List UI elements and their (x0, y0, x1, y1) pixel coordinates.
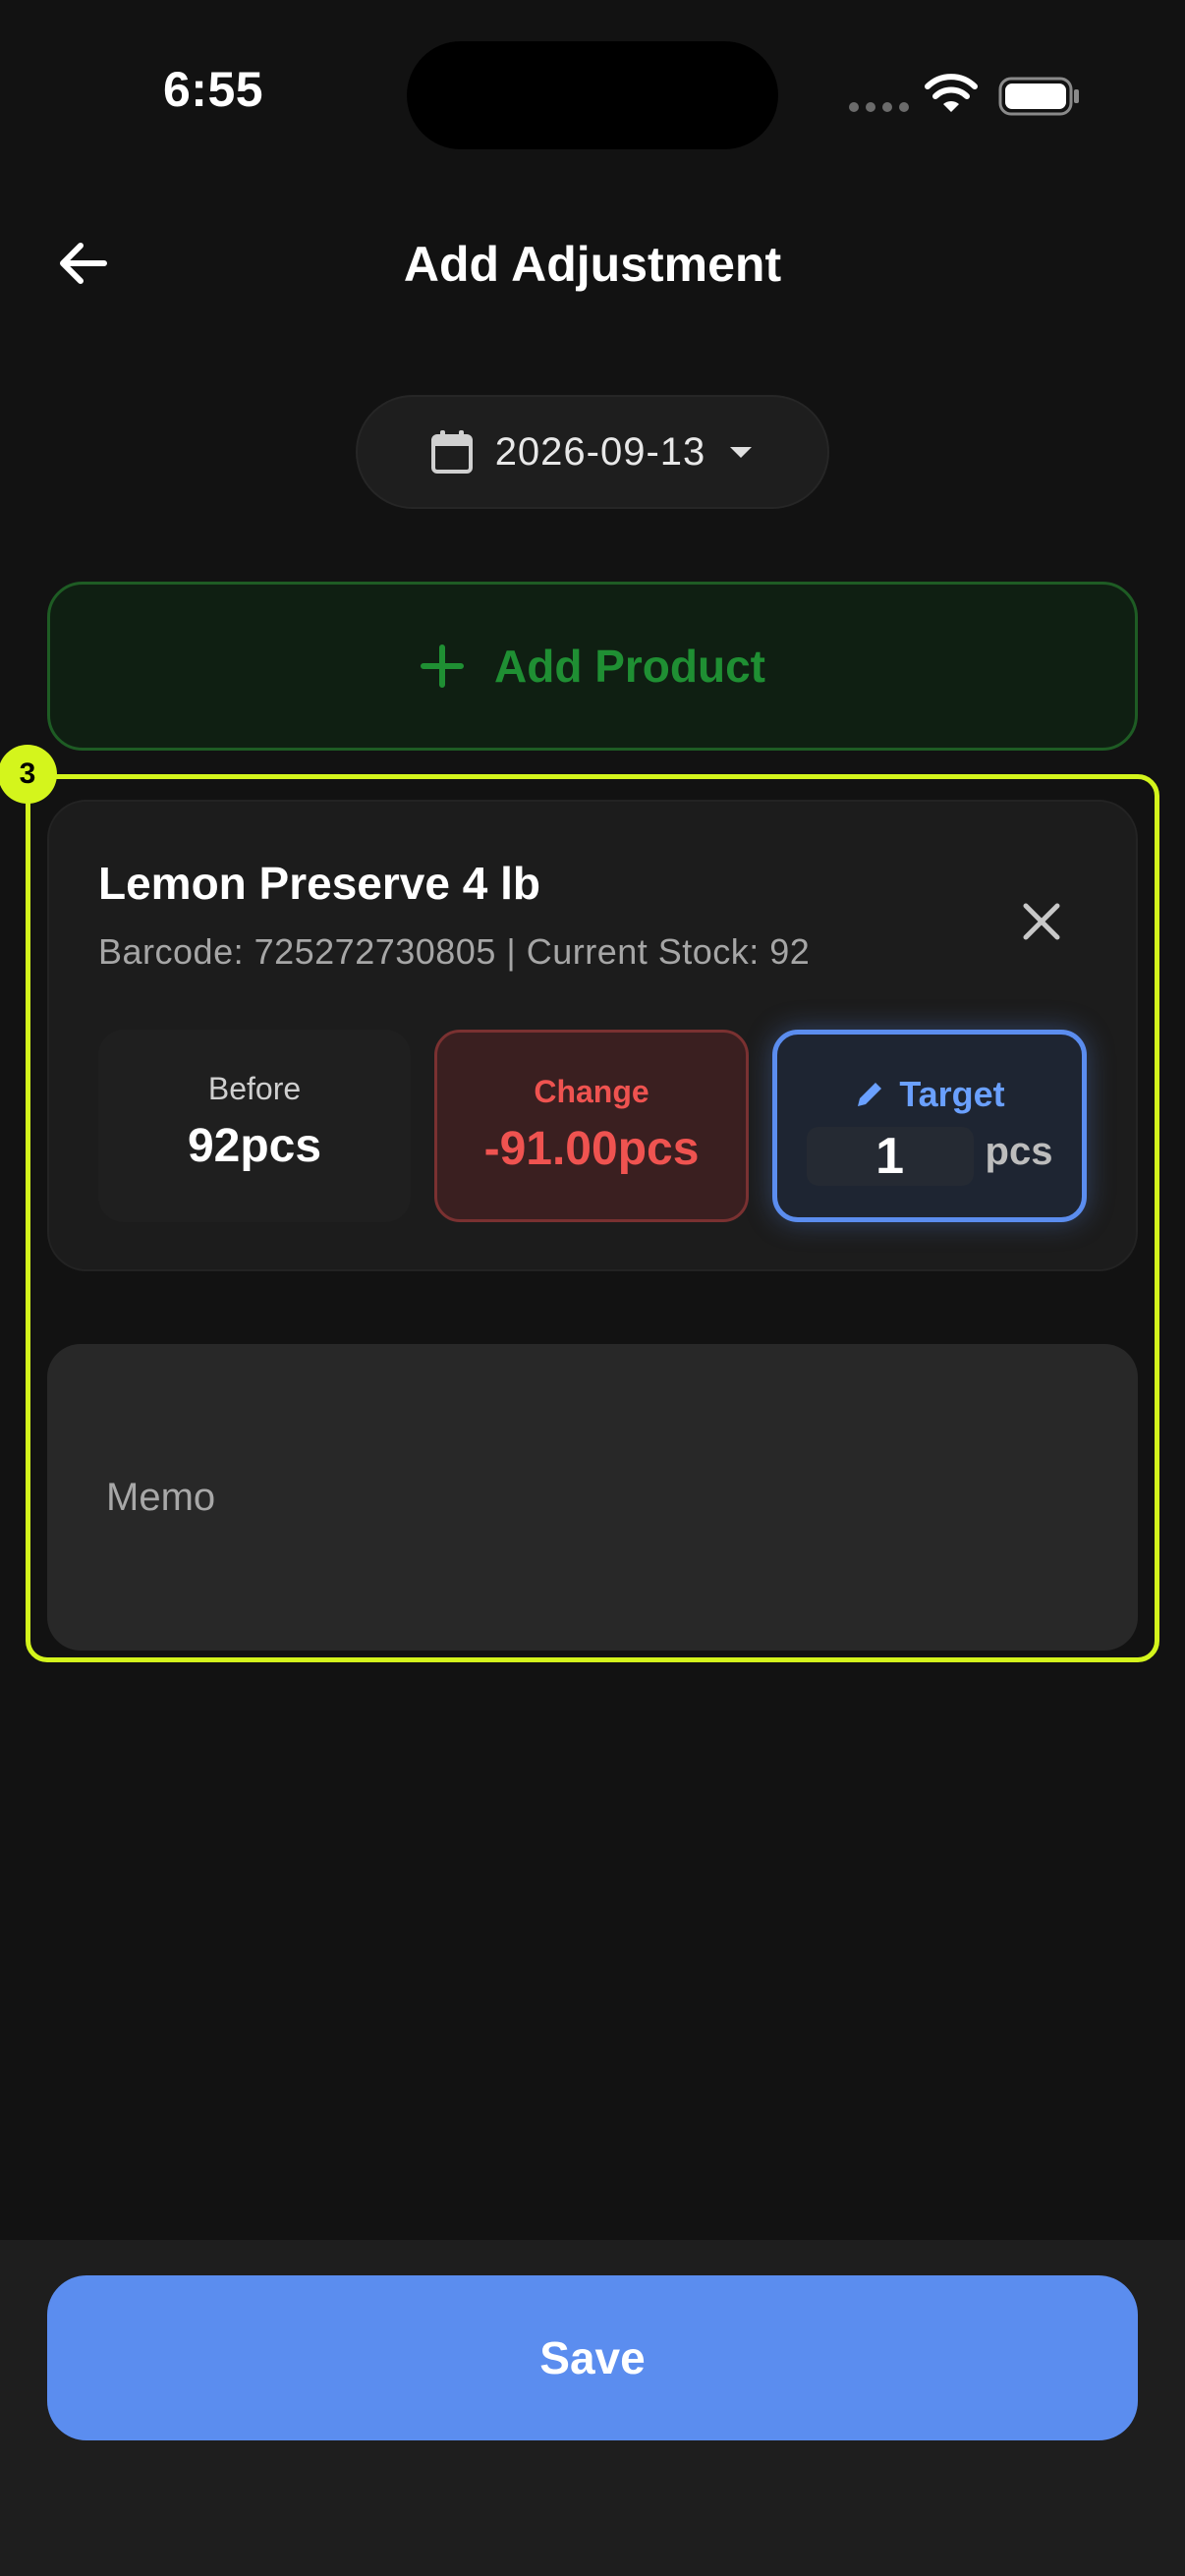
plus-icon (421, 644, 464, 688)
caret-down-icon (730, 447, 753, 458)
cellular-signal-icon (849, 102, 909, 112)
status-time: 6:55 (163, 62, 264, 117)
date-selector[interactable]: 2026-09-13 (356, 395, 829, 509)
battery-icon (998, 77, 1079, 116)
calendar-icon (430, 430, 473, 474)
wifi-icon (925, 74, 978, 112)
add-product-button[interactable]: Add Product (47, 582, 1138, 751)
date-value: 2026-09-13 (494, 429, 706, 474)
save-button[interactable]: Save (47, 2275, 1138, 2440)
page-title: Add Adjustment (403, 237, 782, 292)
dynamic-island (407, 41, 778, 149)
add-product-label: Add Product (494, 641, 765, 692)
highlight-badge: 3 (0, 745, 57, 804)
highlight-frame (26, 774, 1159, 1662)
